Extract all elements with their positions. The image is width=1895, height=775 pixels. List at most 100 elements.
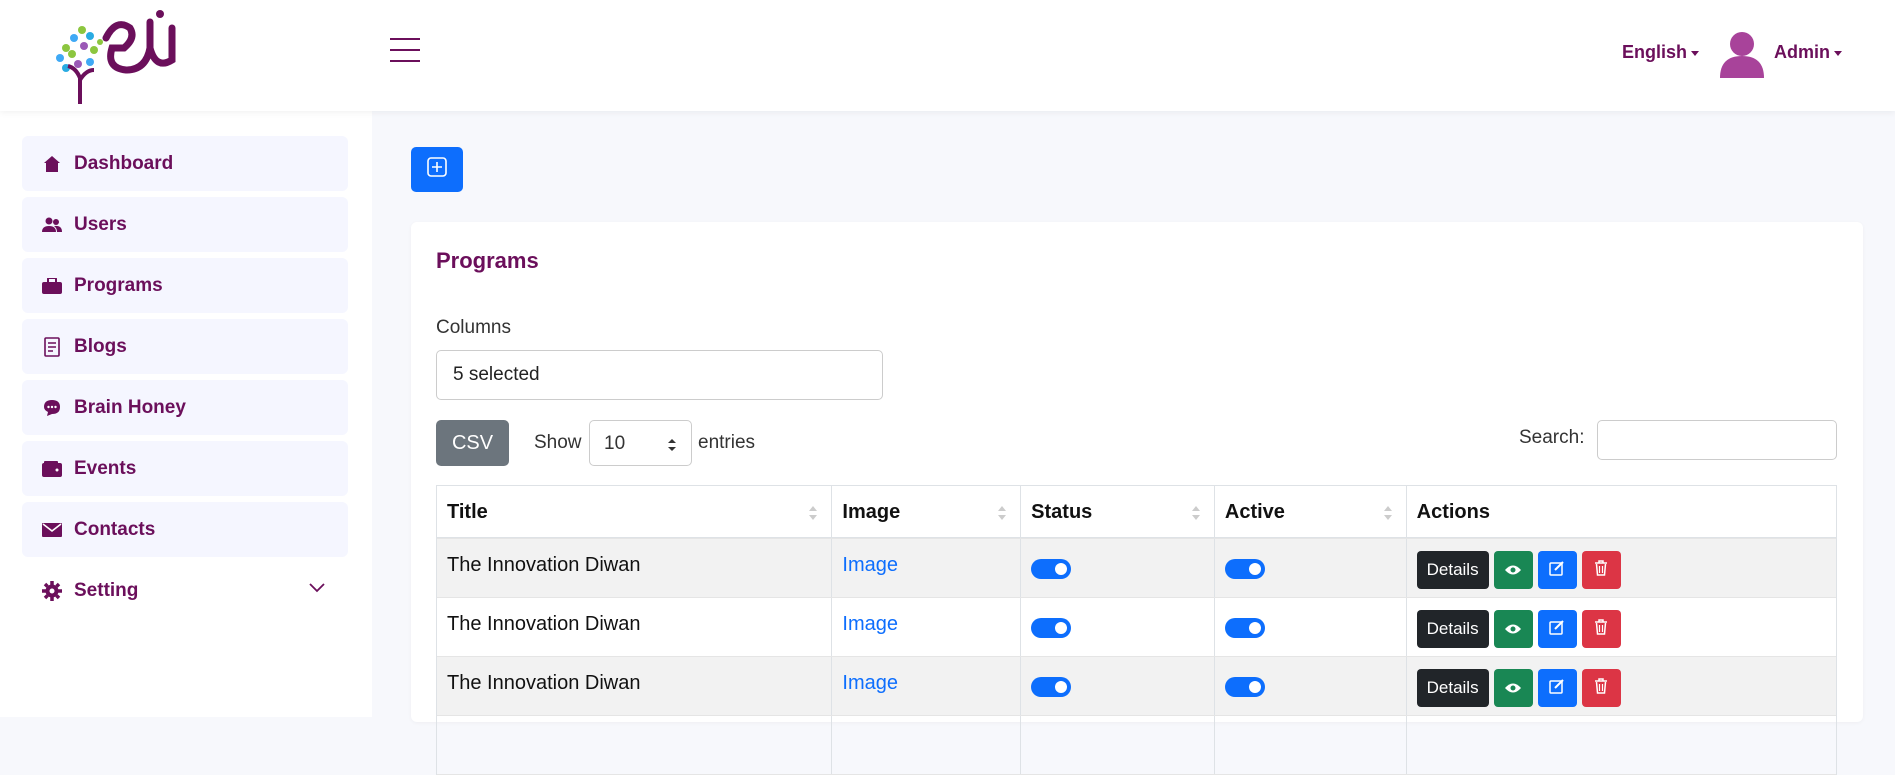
table-row: The Innovation Diwan Image Details [437,539,1836,598]
table-row [437,716,1836,775]
sidebar-item-label: Setting [74,579,139,601]
cell-status [1021,598,1215,656]
edit-icon [1549,559,1565,582]
sort-arrows-icon [667,436,677,458]
delete-button[interactable] [1581,610,1621,648]
details-button[interactable]: Details [1416,669,1489,707]
image-link[interactable]: Image [842,672,898,694]
table-row: The Innovation Diwan Image Details [437,598,1836,657]
sidebar-item-brain-honey[interactable]: Brain Honey [22,380,348,435]
user-name: Admin [1774,42,1830,62]
eye-icon [1505,618,1522,641]
column-header-label: Title [447,501,488,523]
search-input[interactable] [1597,420,1837,460]
entries-value: 10 [604,433,626,454]
column-header-status[interactable]: Status [1021,486,1215,538]
edit-icon [1549,677,1565,700]
active-toggle[interactable] [1224,559,1265,579]
cell-actions: Details [1407,539,1836,597]
home-icon [42,154,62,174]
edit-button[interactable] [1537,551,1577,589]
status-toggle[interactable] [1031,677,1072,697]
view-button[interactable] [1493,551,1533,589]
programs-card: Programs Columns 5 selected CSV Show 10 … [411,222,1863,775]
column-header-active[interactable]: Active [1214,486,1407,538]
entries-label: entries [698,432,756,453]
sidebar-item-label: Dashboard [74,152,174,174]
search-label: Search: [1519,427,1585,448]
users-icon [42,215,62,235]
cell-active [1215,539,1407,597]
sort-icon [1383,504,1392,520]
delete-button[interactable] [1581,551,1621,589]
sidebar-item-users[interactable]: Users [22,197,348,252]
sidebar-item-label: Users [74,213,127,235]
image-link[interactable]: Image [842,613,898,635]
menu-toggle-button[interactable] [390,38,420,66]
sidebar-item-dashboard[interactable]: Dashboard [22,136,348,191]
top-header: English Admin [0,0,1895,111]
caret-down-icon [1834,50,1842,56]
view-button[interactable] [1493,610,1533,648]
plus-square-icon [427,157,447,182]
user-avatar[interactable] [1720,30,1764,78]
add-program-button[interactable] [411,147,463,192]
columns-label: Columns [436,317,511,338]
columns-select[interactable]: 5 selected [436,350,883,400]
details-button[interactable]: Details [1416,551,1489,589]
trash-icon [1594,618,1608,641]
column-header-image[interactable]: Image [832,486,1022,538]
briefcase-icon [42,276,62,296]
trash-icon [1594,559,1608,582]
caret-down-icon [1691,50,1700,56]
chat-icon [42,398,62,418]
sort-icon [809,504,818,520]
column-header-title[interactable]: Title [437,486,833,538]
sidebar-item-events[interactable]: Events [22,441,348,496]
cell-image: Image [832,598,1022,656]
status-toggle[interactable] [1031,559,1072,579]
envelope-icon [42,520,62,540]
sidebar-item-label: Programs [74,274,163,296]
show-label: Show [534,432,582,453]
delete-button[interactable] [1581,669,1621,707]
brand-logo[interactable] [46,8,180,104]
wallet-icon [42,459,62,479]
image-link[interactable]: Image [842,554,898,576]
column-header-actions: Actions [1406,486,1836,538]
sidebar-item-setting[interactable]: Setting [22,563,348,618]
sidebar-item-blogs[interactable]: Blogs [22,319,348,374]
column-header-label: Actions [1416,501,1490,523]
table-row: The Innovation Diwan Image Details [437,657,1836,716]
cell-actions: Details [1407,657,1836,715]
cell-status [1021,657,1215,715]
eye-icon [1505,559,1522,582]
column-header-label: Image [842,501,901,523]
cell-title: The Innovation Diwan [437,598,833,656]
sidebar: Dashboard Users Programs Blogs Brain Hon… [0,111,372,717]
cell-active [1215,657,1407,715]
edit-button[interactable] [1537,669,1577,707]
view-button[interactable] [1493,669,1533,707]
active-toggle[interactable] [1224,618,1265,638]
chevron-down-icon [308,581,326,599]
eye-icon [1505,677,1522,700]
table-header-row: Title Image Status Active Actions [437,486,1836,539]
active-toggle[interactable] [1224,677,1265,697]
entries-per-page-select[interactable]: 10 [589,420,692,466]
sidebar-item-contacts[interactable]: Contacts [22,502,348,557]
sidebar-item-programs[interactable]: Programs [22,258,348,313]
user-dropdown[interactable]: Admin [1774,42,1842,63]
edit-button[interactable] [1537,610,1577,648]
cell-status [1021,539,1215,597]
page-title: Programs [436,248,539,273]
document-icon [42,336,62,357]
trash-icon [1594,677,1608,700]
language-label: English [1622,42,1688,62]
cell-title: The Innovation Diwan [437,657,833,715]
status-toggle[interactable] [1031,618,1072,638]
edit-icon [1549,618,1565,641]
language-dropdown[interactable]: English [1622,42,1700,63]
csv-export-button[interactable]: CSV [436,420,509,466]
details-button[interactable]: Details [1416,610,1489,648]
